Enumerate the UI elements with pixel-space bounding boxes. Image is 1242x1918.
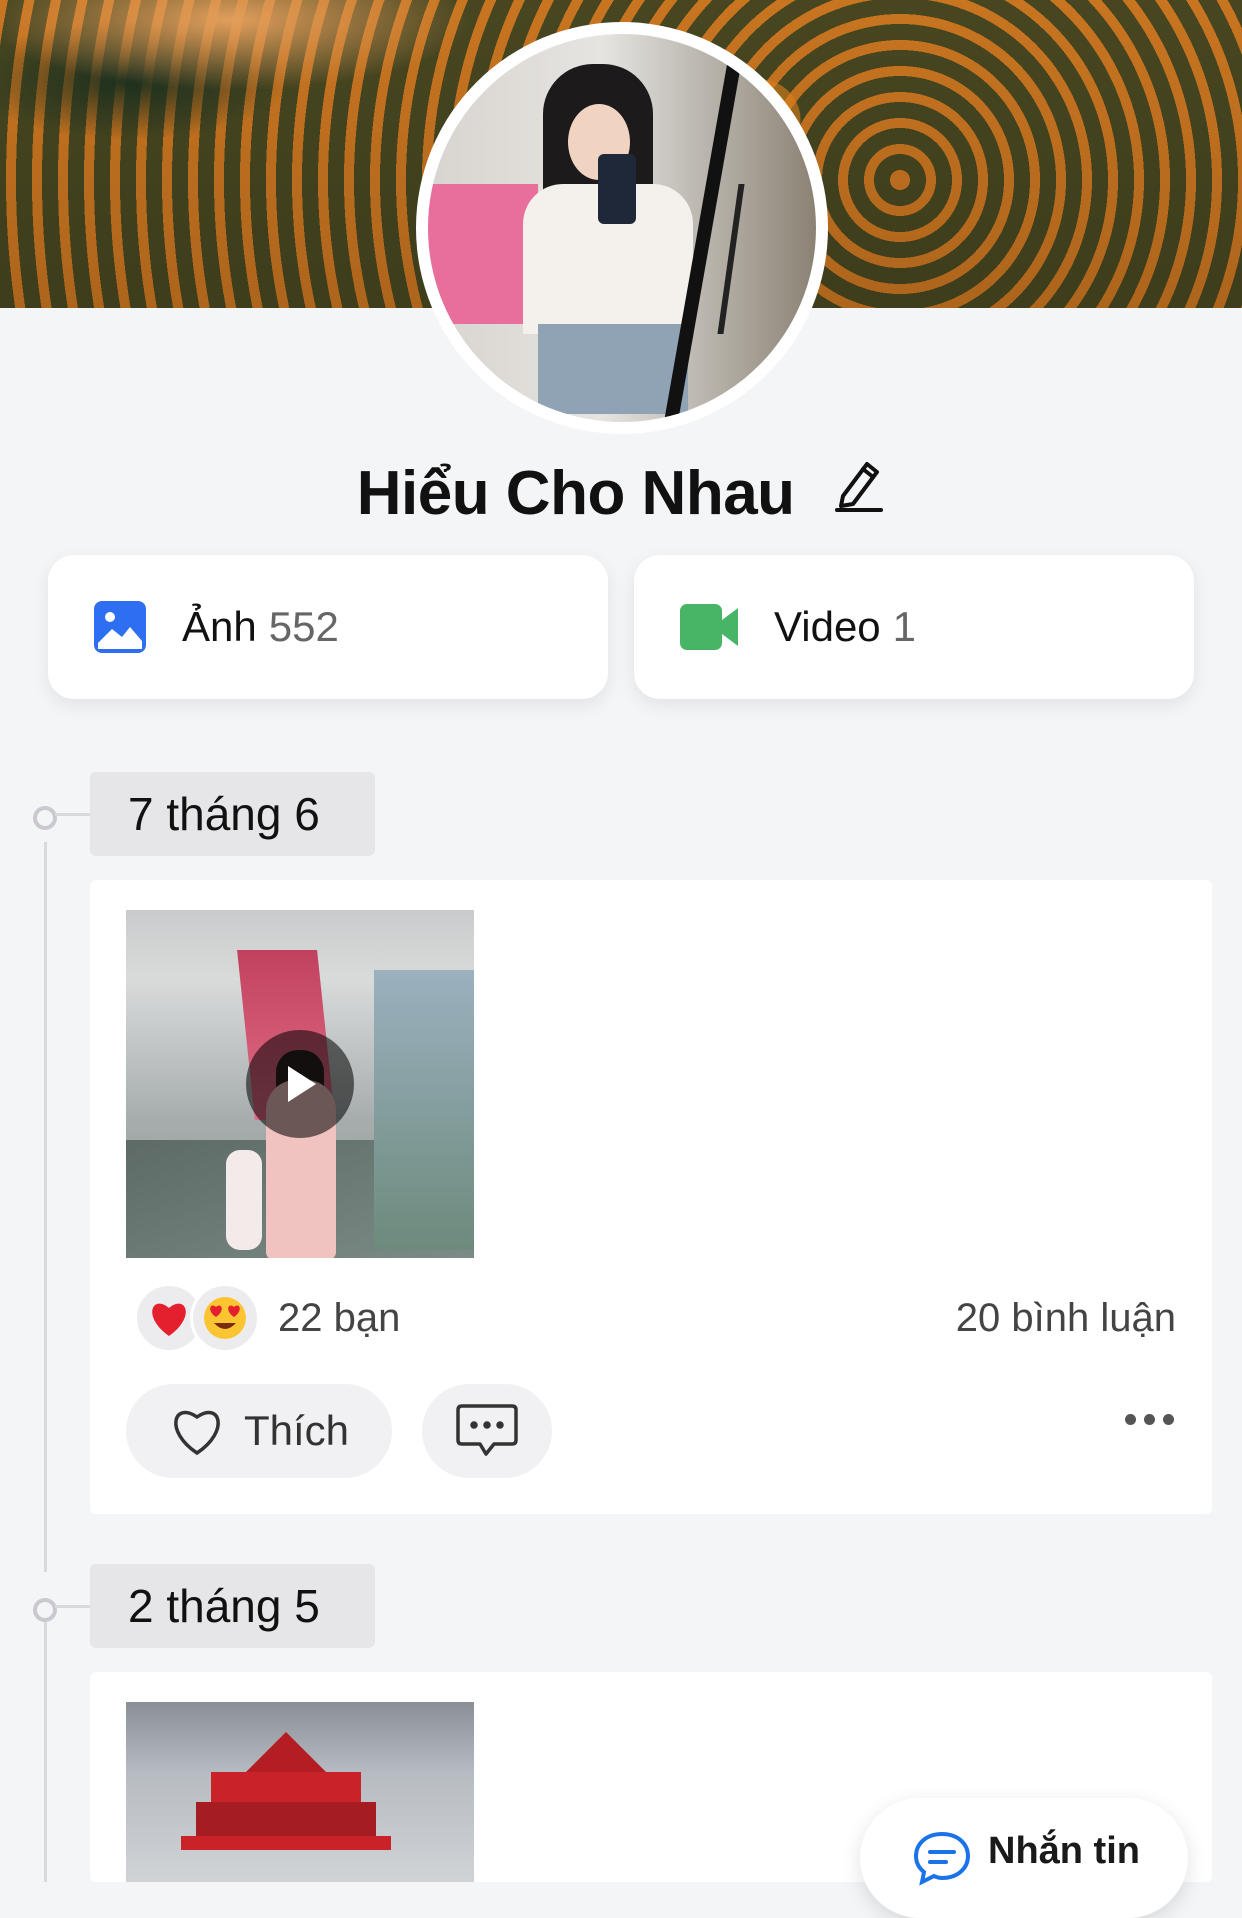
photo-thumbnail[interactable]	[126, 1702, 474, 1882]
photos-label: Ảnh	[182, 603, 257, 650]
avatar-image	[428, 34, 816, 422]
videos-label: Video	[774, 603, 881, 650]
comment-button[interactable]	[422, 1384, 552, 1478]
date-label: 2 tháng 5	[128, 1580, 320, 1632]
video-thumbnail[interactable]	[126, 910, 474, 1258]
timeline-dot	[33, 806, 57, 830]
edit-pencil-icon[interactable]	[833, 456, 885, 527]
videos-count: 1	[892, 603, 917, 650]
video-camera-icon	[678, 602, 740, 652]
date-chip: 7 tháng 6	[90, 772, 375, 856]
photos-card[interactable]: Ảnh 552	[48, 555, 608, 699]
like-button[interactable]: Thích	[126, 1384, 392, 1478]
post-card: 22 bạn 20 bình luận Thích	[90, 880, 1212, 1514]
timeline-connector	[55, 1605, 91, 1608]
profile-avatar[interactable]	[416, 22, 828, 434]
profile-name-row: Hiểu Cho Nhau	[0, 458, 1242, 530]
timeline-connector	[55, 813, 91, 816]
comment-bubble-icon	[456, 1402, 518, 1460]
reactions-summary[interactable]: 22 bạn	[134, 1282, 400, 1354]
comments-count[interactable]: 20 bình luận	[956, 1296, 1176, 1341]
date-chip: 2 tháng 5	[90, 1564, 375, 1648]
videos-card[interactable]: Video 1	[634, 555, 1194, 699]
play-icon[interactable]	[246, 1030, 354, 1138]
timeline-dot	[33, 1598, 57, 1622]
heart-outline-icon	[168, 1405, 226, 1457]
date-label: 7 tháng 6	[128, 788, 320, 840]
chat-bubble-icon	[912, 1830, 972, 1886]
like-label: Thích	[244, 1407, 350, 1454]
photos-count: 552	[268, 603, 339, 650]
reactions-count: 22 bạn	[278, 1295, 401, 1340]
timeline-line	[44, 842, 47, 1572]
heart-eyes-reaction-icon	[190, 1283, 260, 1353]
more-options-icon[interactable]	[1125, 1414, 1174, 1425]
timeline-line	[44, 1622, 47, 1882]
message-button[interactable]: Nhắn tin	[860, 1798, 1188, 1918]
message-label: Nhắn tin	[988, 1830, 1140, 1872]
photo-icon	[92, 599, 148, 655]
profile-name: Hiểu Cho Nhau	[356, 459, 795, 528]
